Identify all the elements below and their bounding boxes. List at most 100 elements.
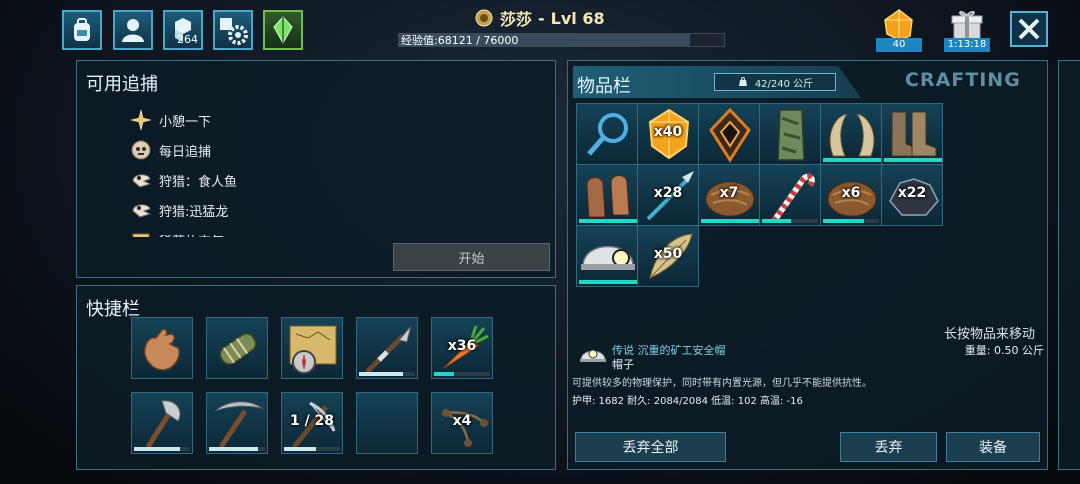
backpack-icon [74,18,90,41]
equip-button[interactable]: 装备 [946,432,1040,462]
close-icon [1018,18,1040,40]
weight-text: 42/240 公斤 [754,78,814,90]
durability-bar [134,447,181,451]
hunts-list[interactable]: 小憩一下每日追捕狩猎：食人鱼狩猎:迅猛龙稀薄的空气 [129,105,429,237]
durability-bar [701,219,759,223]
durability-bar [434,372,455,376]
engram-count: 264 [177,33,198,46]
hunt-item[interactable]: 狩猎：食人鱼 [129,165,429,195]
item-slot[interactable]: x28 [637,164,699,226]
item-stats: 护甲: 1682 耐久: 2084/2084 低温: 102 高温: -16 [572,396,803,407]
player-badge-icon [475,9,493,27]
durability-bar [762,219,791,223]
hunts-panel: 可用追捕 小憩一下每日追捕狩猎：食人鱼狩猎:迅猛龙稀薄的空气 开始 [76,60,556,278]
item-slot[interactable] [206,317,268,379]
player-level: Lvl 68 [550,8,605,28]
item-slot[interactable] [281,317,343,379]
dino-skull-icon [129,168,153,192]
start-hunt-button[interactable]: 开始 [393,243,550,271]
durability-bar [359,372,403,376]
move-hint: 长按物品来移动 [943,327,1035,342]
miner-helmet-icon [580,349,606,362]
item-slot[interactable]: x40 [637,103,699,165]
drop-button[interactable]: 丢弃 [840,432,937,462]
xp-text: 经验值:68121 / 76000 [401,34,519,47]
player-title: 莎莎 - Lvl 68 [474,6,605,30]
durability-bar [209,447,259,451]
item-quantity: x22 [897,185,927,201]
drop-all-button[interactable]: 丢弃全部 [575,432,726,462]
item-slot[interactable] [576,103,638,165]
item-slot[interactable] [576,225,638,287]
hunts-title: 可用追捕 [86,74,158,95]
durability-bar [884,158,942,162]
crafting-tab[interactable]: CRAFTING [905,69,1021,91]
compass-star-icon [129,108,153,132]
hunt-item[interactable]: 每日追捕 [129,135,429,165]
tribe-settings-button[interactable] [213,10,253,50]
item-slot[interactable] [881,103,943,165]
hunt-item[interactable]: 狩猎:迅猛龙 [129,195,429,225]
weight-icon [738,77,747,86]
character-tab-button[interactable] [113,10,153,50]
element-crystal-icon [273,16,293,45]
item-quantity: 1 / 28 [289,413,335,429]
scroll-icon [129,228,153,237]
skull-clock-icon [129,138,153,162]
hunt-item-label: 狩猎：食人鱼 [159,174,238,190]
item-slot[interactable]: 1 / 28 [281,392,343,454]
durability-bar [284,447,316,451]
item-quantity: x28 [653,185,683,201]
item-quantity: x6 [841,185,861,201]
item-slot[interactable] [820,103,882,165]
durability-bar [579,219,637,223]
element-tab-button[interactable] [263,10,303,50]
item-detail: 传说 沉重的矿工安全帽 帽子 重量: 0.50 公斤 可提供较多的物理保护，同时… [572,342,1044,407]
inventory-panel: 物品栏 42/240 公斤 CRAFTING x40 x28 x7 x6 x22 x50 … [567,60,1048,470]
item-slot[interactable]: x6 [820,164,882,226]
person-icon [122,19,144,42]
item-slot[interactable]: x22 [881,164,943,226]
hunt-item-label: 每日追捕 [159,144,212,160]
item-slot[interactable] [206,392,268,454]
hunt-item-label: 小憩一下 [159,114,212,130]
inventory-tab-button[interactable] [62,10,102,50]
item-slot[interactable]: x36 [431,317,493,379]
item-quantity: x7 [719,185,739,201]
item-slot[interactable]: x50 [637,225,699,287]
player-name: 莎莎 [500,10,533,29]
item-quantity: x4 [452,413,472,429]
item-quantity: x40 [653,124,683,140]
hunt-item[interactable]: 稀薄的空气 [129,225,429,237]
item-slot[interactable]: x7 [698,164,760,226]
item-slot[interactable] [759,164,821,226]
item-weight: 重量: 0.50 公斤 [964,344,1044,357]
inventory-title: 物品栏 [577,76,631,97]
top-bar: 264 莎莎 - Lvl 68 经验值:68121 / 76000 40 1:1… [0,0,1080,58]
item-slot[interactable] [759,103,821,165]
item-slot[interactable] [356,317,418,379]
item-slot[interactable] [131,317,193,379]
item-type: 帽子 [612,358,634,371]
durability-bar [579,280,637,284]
empty-slot[interactable] [356,392,418,454]
item-slot[interactable] [576,164,638,226]
item-description: 可提供较多的物理保护，同时带有内置光源，但几乎不能提供抗性。 [572,378,872,389]
side-panel-edge [1058,60,1080,470]
gift-timer: 1:13:18 [944,38,990,52]
hunt-item-label: 稀薄的空气 [159,231,224,238]
xp-bar: 经验值:68121 / 76000 [398,33,725,47]
item-slot[interactable]: x4 [431,392,493,454]
dino-skull-icon [129,198,153,222]
item-slot[interactable] [698,103,760,165]
title-separator: - [538,8,545,28]
engrams-tab-button[interactable]: 264 [163,10,203,50]
durability-bar [823,219,864,223]
weight-indicator: 42/240 公斤 [714,73,836,91]
close-button[interactable] [1010,11,1048,47]
item-quantity: x50 [653,246,683,262]
hunt-item[interactable]: 小憩一下 [129,105,429,135]
durability-bar [823,158,881,162]
item-slot[interactable] [131,392,193,454]
hotbar-panel: 快捷栏 x36 1 / 28 x4 [76,285,556,470]
